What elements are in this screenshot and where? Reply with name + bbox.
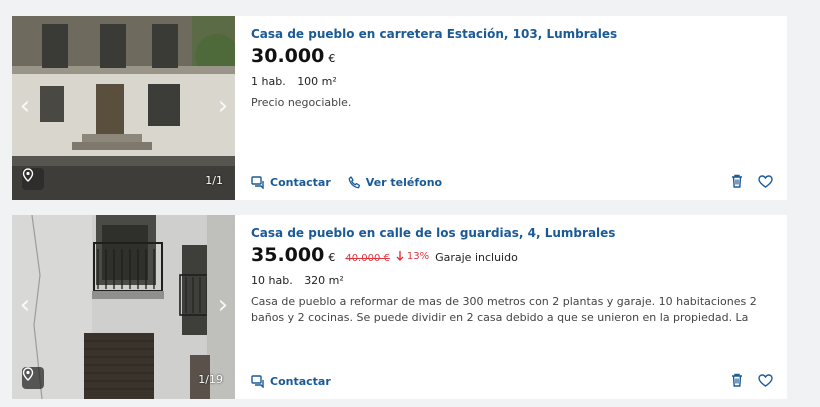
listing-info: Casa de pueblo en carretera Estación, 10… — [251, 16, 787, 200]
price-row: 30.000 € — [251, 45, 335, 67]
listing-description: Casa de pueblo a reformar de mas de 300 … — [251, 295, 757, 324]
prev-photo-chevron-left-icon[interactable]: ‹ — [14, 291, 36, 319]
price-drop-badge: 13% — [396, 251, 429, 262]
listing-details: 10 hab. 320 m² — [251, 274, 344, 287]
house-photo-image — [12, 16, 235, 200]
heart-icon[interactable] — [756, 172, 774, 190]
currency: € — [328, 251, 336, 264]
photo-counter: 1/1 — [205, 174, 223, 187]
price: 35.000 — [251, 244, 325, 266]
price: 30.000 — [251, 45, 325, 67]
chat-icon — [251, 375, 264, 388]
area: 320 m² — [304, 274, 344, 287]
listing-info: Casa de pueblo en calle de los guardias,… — [251, 215, 787, 399]
house-photo-image — [12, 215, 235, 399]
listing-card[interactable]: ‹ › 1/19 Casa de pueblo en calle de los … — [12, 215, 787, 399]
map-pin-icon[interactable] — [22, 168, 44, 190]
next-photo-chevron-right-icon[interactable]: › — [212, 291, 234, 319]
trash-icon[interactable] — [728, 172, 746, 190]
listing-photo[interactable]: ‹ › 1/1 — [12, 16, 235, 200]
rooms: 1 hab. — [251, 75, 286, 88]
listing-details: 1 hab. 100 m² — [251, 75, 337, 88]
listing-card[interactable]: ‹ › 1/1 Casa de pueblo en carretera Esta… — [12, 16, 787, 200]
contact-label: Contactar — [270, 176, 331, 189]
listing-actions: Contactar Ver teléfono — [251, 176, 459, 189]
heart-icon[interactable] — [756, 371, 774, 389]
listing-actions: Contactar — [251, 375, 348, 388]
listing-title[interactable]: Casa de pueblo en calle de los guardias,… — [251, 226, 615, 240]
old-price: 40.000 € — [345, 253, 390, 264]
listing-tools — [718, 371, 774, 389]
show-phone-button[interactable]: Ver teléfono — [348, 176, 442, 189]
trash-icon[interactable] — [728, 371, 746, 389]
photo-counter: 1/19 — [198, 373, 223, 386]
rooms: 10 hab. — [251, 274, 293, 287]
arrow-down-icon — [396, 251, 404, 261]
chat-icon — [251, 176, 264, 189]
listing-description: Precio negociable. — [251, 96, 352, 109]
listing-photo[interactable]: ‹ › 1/19 — [12, 215, 235, 399]
area: 100 m² — [297, 75, 337, 88]
contact-label: Contactar — [270, 375, 331, 388]
feature-tag: Garaje incluido — [435, 251, 518, 264]
prev-photo-chevron-left-icon[interactable]: ‹ — [14, 92, 36, 120]
listing-title[interactable]: Casa de pueblo en carretera Estación, 10… — [251, 27, 617, 41]
phone-icon — [348, 176, 360, 189]
price-drop-percent: 13% — [406, 250, 430, 262]
currency: € — [328, 52, 336, 65]
contact-button[interactable]: Contactar — [251, 375, 331, 388]
phone-label: Ver teléfono — [365, 176, 443, 189]
contact-button[interactable]: Contactar — [251, 176, 331, 189]
price-row: 35.000 € 40.000 € 13% Garaje incluido — [251, 244, 518, 266]
next-photo-chevron-right-icon[interactable]: › — [212, 92, 234, 120]
map-pin-icon[interactable] — [22, 367, 44, 389]
listing-tools — [718, 172, 774, 190]
